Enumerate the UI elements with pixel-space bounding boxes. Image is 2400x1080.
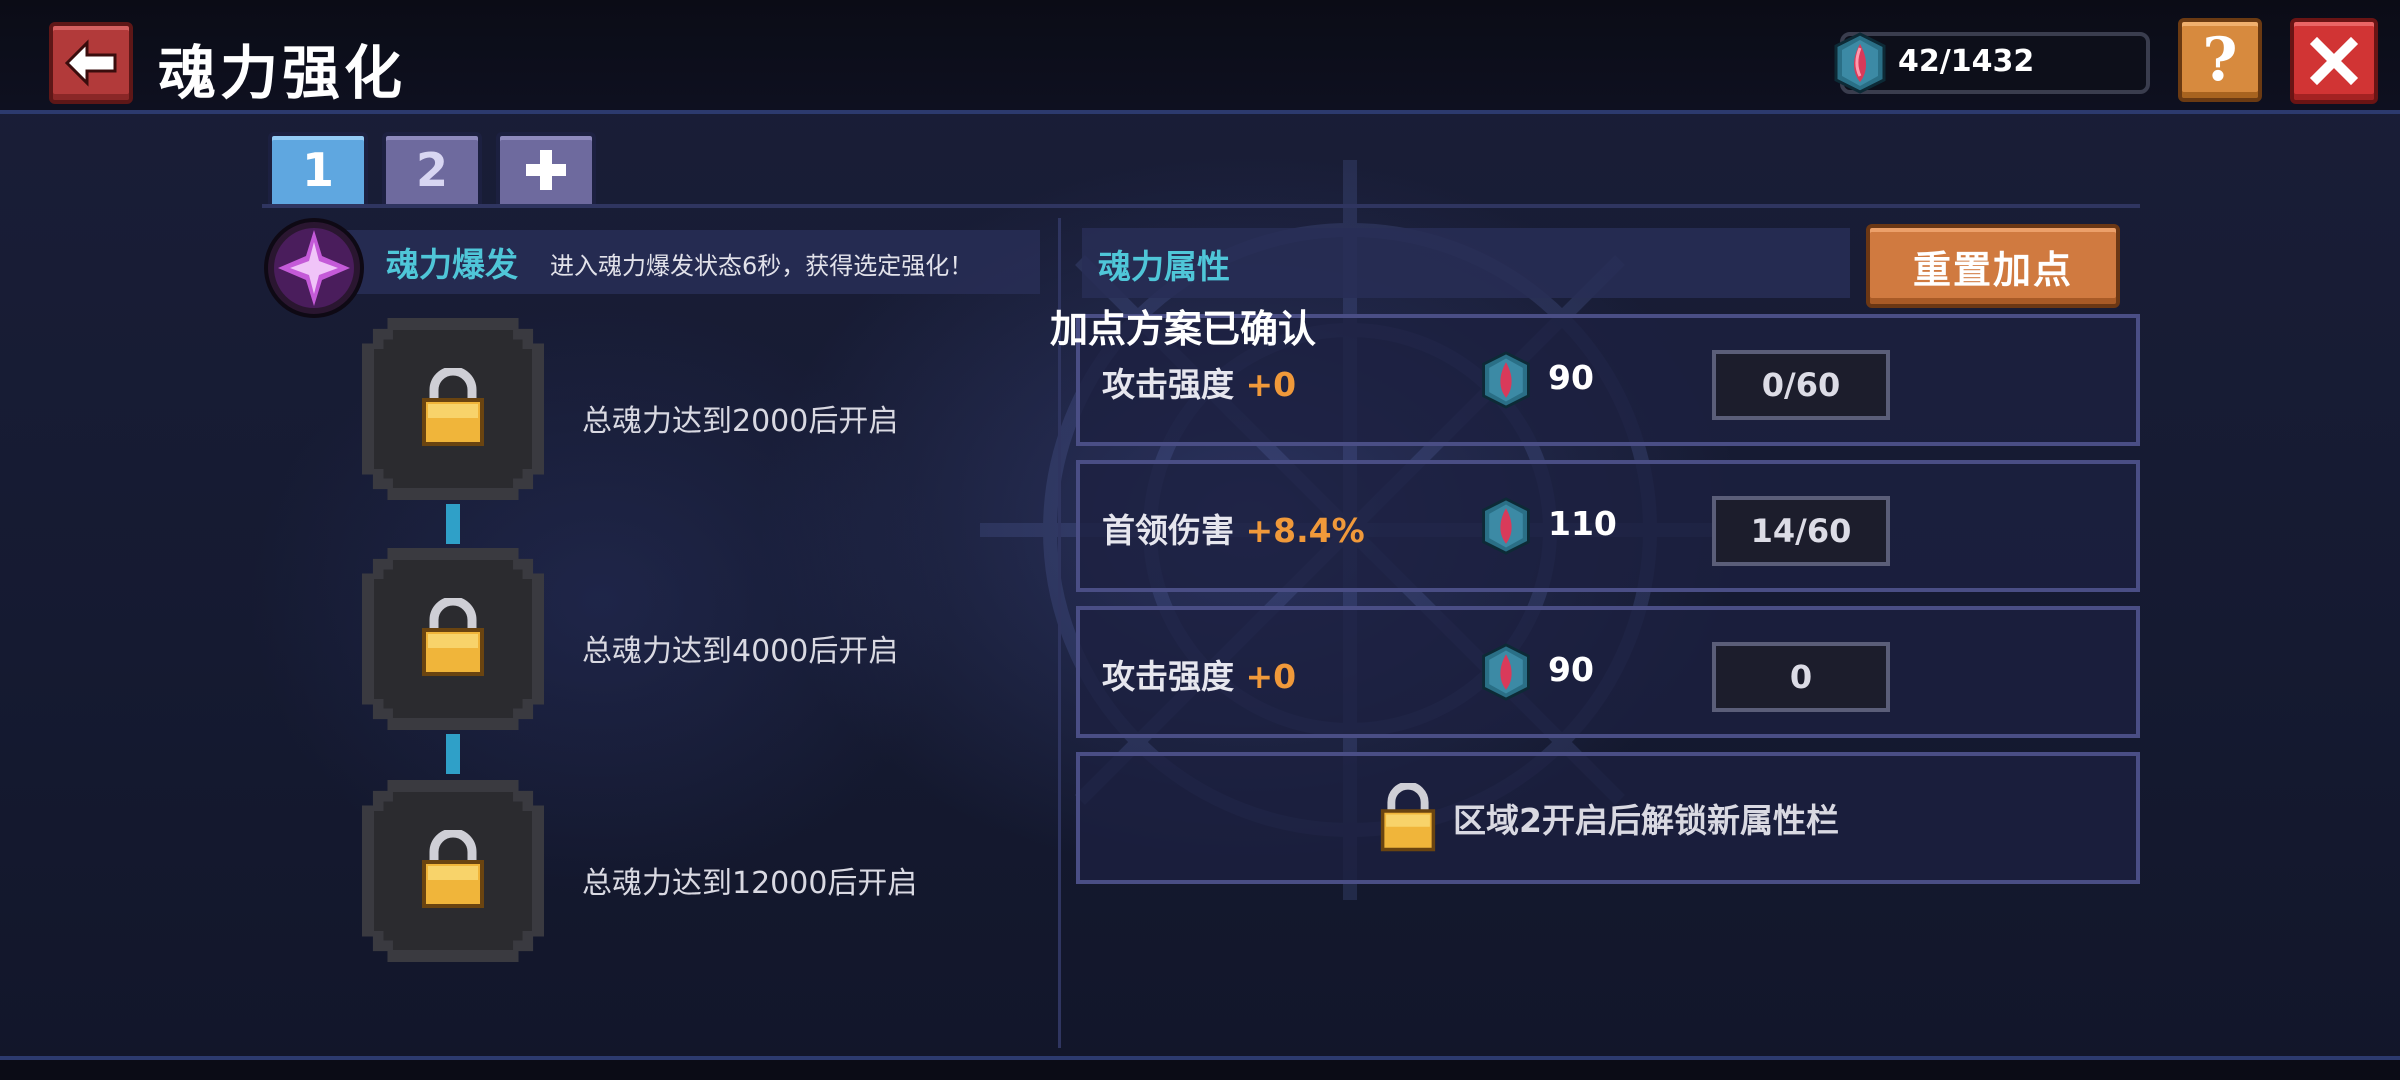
attribute-row-2: 首领伤害 +8.4% 110 14/60: [1076, 460, 2140, 592]
locked-attribute-row: 区域2开启后解锁新属性栏: [1076, 752, 2140, 884]
node-requirement-2: 总魂力达到4000后开启: [582, 634, 899, 669]
soul-gem-icon: [1482, 643, 1530, 701]
attribute-level-box[interactable]: 0: [1712, 642, 1890, 712]
tab-divider: [262, 204, 2140, 208]
page-title: 魂力强化: [158, 39, 407, 107]
soul-gem-icon: [1834, 32, 1886, 94]
close-button[interactable]: [2290, 18, 2378, 104]
node-connector: [446, 734, 460, 774]
soul-gem-icon: [1482, 497, 1530, 555]
reset-points-button[interactable]: 重置加点: [1866, 224, 2120, 308]
tab-label: 2: [415, 143, 448, 197]
soul-burst-icon[interactable]: [262, 216, 366, 320]
attribute-bonus: +8.4%: [1245, 511, 1365, 550]
close-icon: [2309, 36, 2359, 86]
lock-icon: [422, 830, 484, 908]
soul-gem-icon: [1482, 351, 1530, 409]
help-button[interactable]: ?: [2178, 18, 2262, 102]
attribute-bonus: +0: [1245, 657, 1297, 696]
confirmation-toast: 加点方案已确认: [1050, 307, 1317, 351]
attribute-cost: 90: [1548, 650, 1594, 689]
attribute-bonus: +0: [1245, 365, 1297, 404]
locked-node-2[interactable]: [362, 548, 544, 730]
attribute-name: 攻击强度: [1102, 657, 1234, 696]
tab-plan-2[interactable]: 2: [382, 132, 482, 208]
locked-row-text: 区域2开启后解锁新属性栏: [1453, 801, 1839, 840]
bottom-bar: [0, 1060, 2400, 1080]
arrow-left-icon: [64, 39, 117, 87]
plus-icon: [526, 150, 566, 190]
locked-node-3[interactable]: [362, 780, 544, 962]
node-requirement-1: 总魂力达到2000后开启: [582, 404, 899, 439]
attribute-level-box[interactable]: 0/60: [1712, 350, 1890, 420]
soul-burst-title: 魂力爆发: [386, 245, 518, 284]
soul-burst-description: 进入魂力爆发状态6秒，获得选定强化！: [550, 252, 974, 280]
lock-icon: [422, 598, 484, 676]
attribute-cost: 90: [1548, 358, 1594, 397]
attribute-row-3: 攻击强度 +0 90 0: [1076, 606, 2140, 738]
attribute-cost: 110: [1548, 504, 1617, 543]
attributes-title: 魂力属性: [1098, 247, 1230, 286]
lock-icon: [1380, 783, 1436, 852]
node-requirement-3: 总魂力达到12000后开启: [582, 866, 918, 901]
attribute-name: 首领伤害: [1102, 511, 1234, 550]
add-tab-button[interactable]: [496, 132, 596, 208]
locked-node-1[interactable]: [362, 318, 544, 500]
back-button[interactable]: [49, 22, 133, 104]
soul-currency-value: 42/1432: [1898, 44, 2035, 79]
node-connector: [446, 504, 460, 544]
tab-plan-1[interactable]: 1: [268, 132, 368, 208]
lock-icon: [422, 368, 484, 446]
question-icon: ?: [2202, 25, 2238, 95]
attribute-level-box[interactable]: 14/60: [1712, 496, 1890, 566]
tab-label: 1: [301, 143, 334, 197]
attribute-name: 攻击强度: [1102, 365, 1234, 404]
